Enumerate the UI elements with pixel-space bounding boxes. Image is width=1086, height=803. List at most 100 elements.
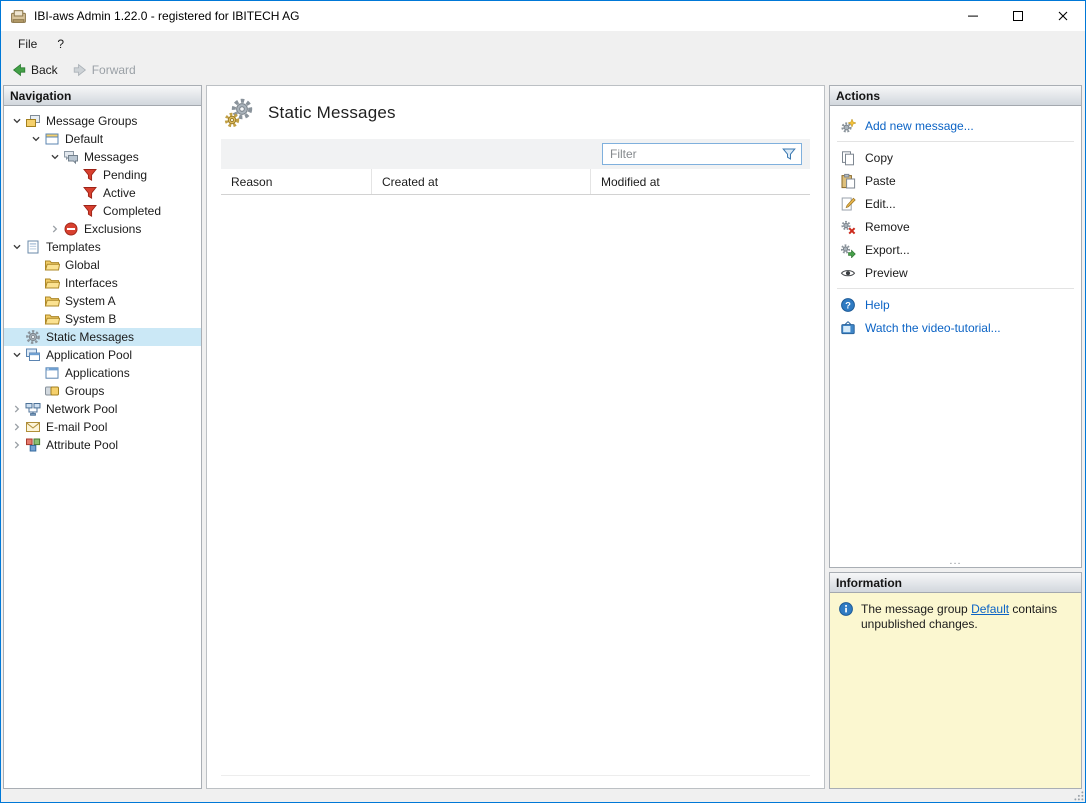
action-watch-video-tutorial[interactable]: Watch the video-tutorial... [830,316,1081,339]
forward-button[interactable]: Forward [67,59,145,81]
expander-spacer [10,330,25,344]
chevron-down-icon[interactable] [29,132,44,146]
tree-item-label: Active [103,186,136,200]
folder-icon [44,293,60,309]
tree-item-label: Exclusions [84,222,141,236]
navigation-header: Navigation [4,86,201,106]
chevron-right-icon[interactable] [48,222,63,236]
tree-item-network-pool[interactable]: Network Pool [4,400,201,418]
network-pool-icon [25,401,41,417]
maximize-button[interactable] [995,1,1040,31]
expander-spacer [29,366,44,380]
action-label: Paste [865,174,896,188]
groups-icon [44,383,60,399]
column-header-modified-at[interactable]: Modified at [591,169,810,194]
application-pool-icon [25,347,41,363]
tree-item-label: E-mail Pool [46,420,107,434]
actions-overflow-indicator[interactable]: ... [830,556,1081,566]
tree-item-global[interactable]: Global [4,256,201,274]
tree-item-system-a[interactable]: System A [4,292,201,310]
tree-item-label: Network Pool [46,402,117,416]
menu-file[interactable]: File [8,33,47,55]
static-messages-icon [25,329,41,345]
tree-item-applications[interactable]: Applications [4,364,201,382]
page-header: Static Messages [221,86,810,139]
separator [837,141,1074,142]
tree-item-system-b[interactable]: System B [4,310,201,328]
action-edit[interactable]: Edit... [830,192,1081,215]
grip-dots-icon [1071,788,1085,802]
tree-item-interfaces[interactable]: Interfaces [4,274,201,292]
chevron-down-icon[interactable] [10,348,25,362]
action-help[interactable]: Help [830,293,1081,316]
tree-item-exclusions[interactable]: Exclusions [4,220,201,238]
actions-body: Add new message... Copy Paste Edit... [830,106,1081,567]
column-header-created-at[interactable]: Created at [372,169,591,194]
action-paste[interactable]: Paste [830,169,1081,192]
tree-item-completed[interactable]: Completed [4,202,201,220]
static-messages-gears-icon [223,97,255,129]
column-header-reason[interactable]: Reason [221,169,372,194]
info-text-before: The message group [861,602,971,616]
action-copy[interactable]: Copy [830,146,1081,169]
filter-input[interactable] [603,144,781,164]
tree-item-active[interactable]: Active [4,184,201,202]
close-icon [1055,8,1071,24]
messages-icon [63,149,79,165]
window-title: IBI-aws Admin 1.22.0 - registered for IB… [34,9,299,23]
tree-item-pending[interactable]: Pending [4,166,201,184]
action-label: Export... [865,243,910,257]
help-icon [840,297,856,313]
action-preview[interactable]: Preview [830,261,1081,284]
filter-funnel-icon [781,146,797,162]
chevron-right-icon[interactable] [10,402,25,416]
back-button[interactable]: Back [6,59,67,81]
action-remove[interactable]: Remove [830,215,1081,238]
action-label: Help [865,298,890,312]
expander-spacer [67,204,82,218]
chevron-right-icon[interactable] [10,420,25,434]
tree-item-groups[interactable]: Groups [4,382,201,400]
forward-arrow-icon [72,62,88,78]
preview-icon [840,265,856,281]
tree-item-static-messages[interactable]: Static Messages [4,328,201,346]
exclusions-icon [63,221,79,237]
action-add-new-message[interactable]: Add new message... [830,114,1081,137]
paste-icon [840,173,856,189]
chevron-down-icon[interactable] [48,150,63,164]
minimize-button[interactable] [950,1,995,31]
tree-item-label: System A [65,294,116,308]
folder-icon [44,257,60,273]
tree-item-messages[interactable]: Messages [4,148,201,166]
close-button[interactable] [1040,1,1085,31]
expander-spacer [29,276,44,290]
tree-item-templates[interactable]: Templates [4,238,201,256]
resize-grip[interactable] [1071,788,1085,802]
chevron-down-icon[interactable] [10,240,25,254]
edit-icon [840,196,856,212]
tree-item-label: Groups [65,384,104,398]
tree-item-message-groups[interactable]: Message Groups [4,112,201,130]
filter-funnel-icon [82,167,98,183]
expander-spacer [29,384,44,398]
add-message-icon [840,118,856,134]
action-label: Copy [865,151,893,165]
filter-box [602,143,802,165]
app-window: IBI-aws Admin 1.22.0 - registered for IB… [0,0,1086,803]
minimize-icon [965,8,981,24]
tree-item-email-pool[interactable]: E-mail Pool [4,418,201,436]
menu-help[interactable]: ? [47,33,74,55]
content-area: Navigation Message Groups Default Messag… [1,83,1085,790]
chevron-right-icon[interactable] [10,438,25,452]
action-export[interactable]: Export... [830,238,1081,261]
action-label: Remove [865,220,910,234]
tree-item-application-pool[interactable]: Application Pool [4,346,201,364]
table-body-empty[interactable] [221,195,810,776]
default-group-link[interactable]: Default [971,602,1009,616]
remove-icon [840,219,856,235]
video-tutorial-icon [840,320,856,336]
chevron-down-icon[interactable] [10,114,25,128]
navigation-panel: Navigation Message Groups Default Messag… [3,85,202,789]
tree-item-default[interactable]: Default [4,130,201,148]
tree-item-attribute-pool[interactable]: Attribute Pool [4,436,201,454]
